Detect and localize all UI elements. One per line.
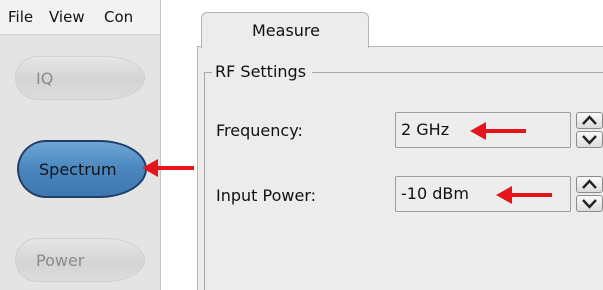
frequency-value: 2 GHz <box>401 120 450 139</box>
annotation-arrow-icon <box>470 122 526 140</box>
spin-up-arrow-icon <box>582 115 597 125</box>
power-mode-label: Power <box>36 251 85 270</box>
measure-panel <box>197 46 603 290</box>
spin-up-arrow-icon <box>582 179 597 189</box>
tab-measure[interactable]: Measure <box>201 12 369 48</box>
menu-bar: File View Con <box>0 0 160 35</box>
annotation-arrow-icon <box>496 186 552 204</box>
input-power-spin-down-button[interactable] <box>576 195 603 212</box>
input-power-spinner <box>576 176 603 212</box>
menu-view[interactable]: View <box>49 8 85 26</box>
menu-config[interactable]: Con <box>104 8 133 26</box>
menu-file[interactable]: File <box>8 8 33 26</box>
frequency-spin-down-button[interactable] <box>576 131 603 148</box>
left-navigation-pane: File View Con IQ Spectrum Power <box>0 0 161 290</box>
input-power-label: Input Power: <box>216 186 316 205</box>
iq-mode-button[interactable]: IQ <box>15 56 145 100</box>
power-mode-button[interactable]: Power <box>15 238 145 282</box>
spectrum-mode-button[interactable]: Spectrum <box>17 140 147 198</box>
annotation-arrow-icon <box>142 159 194 177</box>
spectrum-mode-label: Spectrum <box>39 160 117 179</box>
input-power-value: -10 dBm <box>401 184 469 203</box>
rf-settings-group-title: RF Settings <box>212 62 313 81</box>
spin-down-arrow-icon <box>582 135 597 145</box>
spin-down-arrow-icon <box>582 199 597 209</box>
group-border-left <box>204 72 205 290</box>
iq-mode-label: IQ <box>36 69 54 88</box>
frequency-spin-up-button[interactable] <box>576 112 603 129</box>
input-power-spin-up-button[interactable] <box>576 176 603 193</box>
frequency-spinner <box>576 112 603 148</box>
frequency-label: Frequency: <box>216 121 303 140</box>
tab-measure-label: Measure <box>252 21 320 40</box>
